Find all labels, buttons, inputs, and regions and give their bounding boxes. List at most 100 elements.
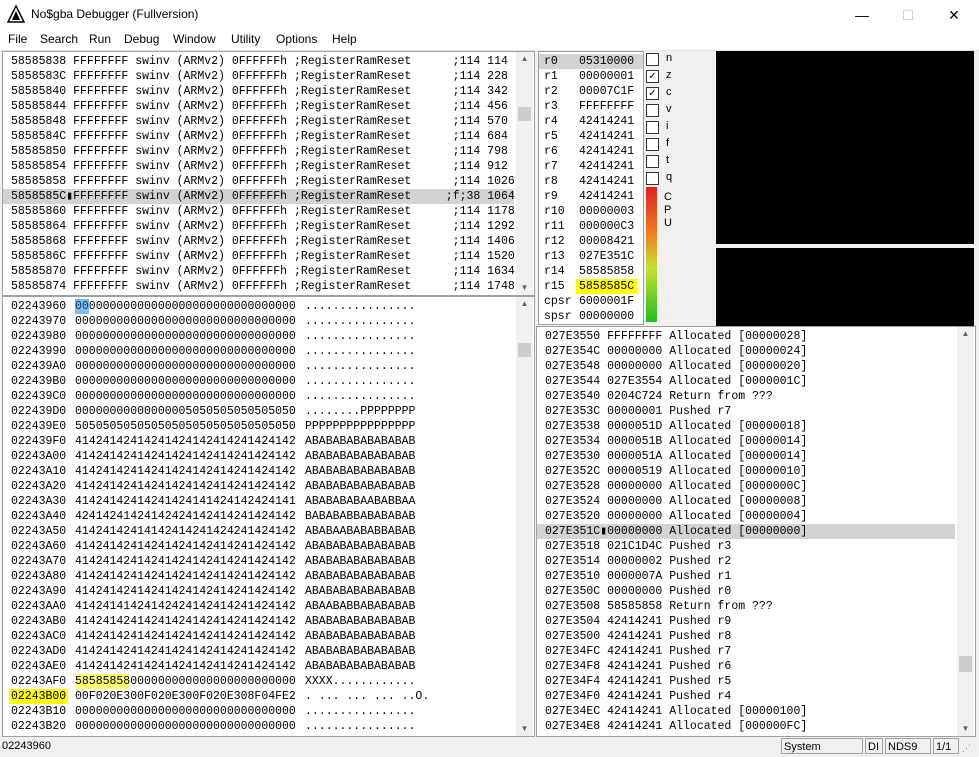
memory-hex[interactable]: 41424142414241424142414241424142 — [75, 434, 296, 449]
scrollbar-thumb[interactable] — [518, 107, 531, 121]
stack-entry[interactable]: 027E354C 00000000 Allocated [00000024] — [545, 344, 807, 359]
scroll-up-icon[interactable]: ▲ — [516, 297, 533, 311]
memory-ascii[interactable]: ABABABABABABABAB — [305, 644, 415, 659]
register-value-r14[interactable]: 58585858 — [579, 264, 634, 279]
disassembly-line[interactable]: 58585858 FFFFFFFF swinv (ARMv2) 0FFFFFFh… — [11, 174, 515, 189]
memory-hex[interactable]: 00F020E300F020E300F020E308F04FE2 — [75, 689, 296, 704]
disassembly-line[interactable]: 5858584C FFFFFFFF swinv (ARMv2) 0FFFFFFh… — [11, 129, 508, 144]
stack-entry[interactable]: 027E3544 027E3554 Allocated [0000001C] — [545, 374, 807, 389]
memory-ascii[interactable]: ABABABABABABABAB — [305, 569, 415, 584]
stack-entry[interactable]: 027E3550 FFFFFFFF Allocated [00000028] — [545, 329, 807, 344]
stack-entry[interactable]: 027E3508 58585858 Return from ??? — [545, 599, 773, 614]
disassembly-line[interactable]: 58585840 FFFFFFFF swinv (ARMv2) 0FFFFFFh… — [11, 84, 508, 99]
memory-hex[interactable]: 41424142414142414241424241424142 — [75, 524, 296, 539]
disassembly-line[interactable]: 58585838 FFFFFFFF swinv (ARMv2) 0FFFFFFh… — [11, 54, 508, 69]
memory-hex[interactable]: 41424142414241424142414241424142 — [75, 464, 296, 479]
register-value-r2[interactable]: 00007C1F — [579, 84, 634, 99]
memory-hex[interactable]: 41424142414241424142414241424142 — [75, 629, 296, 644]
scrollbar-thumb[interactable] — [518, 343, 531, 357]
register-value-r11[interactable]: 000000C3 — [579, 219, 634, 234]
disassembly-line[interactable]: 58585874 FFFFFFFF swinv (ARMv2) 0FFFFFFh… — [11, 279, 515, 294]
maximize-button[interactable]: ☐ — [885, 0, 931, 30]
stack-entry[interactable]: 027E3520 00000000 Allocated [00000004] — [545, 509, 807, 524]
memory-hex[interactable]: 00000000000000000000000000000000 — [75, 359, 296, 374]
resize-grip-icon[interactable]: ⋰ — [962, 743, 971, 754]
memory-ascii[interactable]: . ... ... ... ..O. — [305, 689, 429, 704]
flag-z-checkbox[interactable]: ✓ — [646, 70, 659, 83]
memory-hex[interactable]: 41424142414241424142414241424142 — [75, 584, 296, 599]
stack-entry[interactable]: 027E3534 0000051B Allocated [00000014] — [545, 434, 807, 449]
memory-ascii[interactable]: ................ — [305, 344, 415, 359]
menu-utility[interactable]: Utility — [231, 32, 260, 46]
stack-entry[interactable]: 027E352C 00000519 Allocated [00000010] — [545, 464, 807, 479]
stack-entry[interactable]: 027E3518 021C1D4C Pushed r3 — [545, 539, 731, 554]
memory-ascii[interactable]: ABABABABABABABAB — [305, 464, 415, 479]
memory-hex[interactable]: 41424142414241424141424142424141 — [75, 494, 296, 509]
memory-ascii[interactable]: ................ — [305, 299, 415, 314]
stack-entry[interactable]: 027E3548 00000000 Allocated [00000020] — [545, 359, 807, 374]
memory-ascii[interactable]: ................ — [305, 359, 415, 374]
memory-ascii[interactable]: ................ — [305, 389, 415, 404]
stack-entry[interactable]: 027E34FC 42414241 Pushed r7 — [545, 644, 731, 659]
stack-entry[interactable]: 027E3524 00000000 Allocated [00000008] — [545, 494, 807, 509]
stack-entry[interactable]: 027E3500 42414241 Pushed r8 — [545, 629, 731, 644]
memory-ascii[interactable]: ABABABABABABABAB — [305, 434, 415, 449]
disassembly-line[interactable]: 58585860 FFFFFFFF swinv (ARMv2) 0FFFFFFh… — [11, 204, 515, 219]
register-value-r0[interactable]: 05310000 — [579, 54, 634, 69]
stack-entry[interactable]: 027E3504 42414241 Pushed r9 — [545, 614, 731, 629]
register-value-r15[interactable]: 5858585C — [576, 279, 638, 294]
register-value-r10[interactable]: 00000003 — [579, 204, 634, 219]
memory-ascii[interactable]: ABABABABABABABAB — [305, 449, 415, 464]
register-value-r8[interactable]: 42414241 — [579, 174, 634, 189]
memory-ascii[interactable]: ................ — [305, 719, 415, 734]
register-value-r9[interactable]: 42414241 — [579, 189, 634, 204]
memory-ascii[interactable]: ................ — [305, 374, 415, 389]
memory-dump-pane[interactable]: 02243960 00000000000000000000000000000000… — [2, 296, 535, 737]
flag-i-checkbox[interactable] — [646, 121, 659, 134]
register-value-r1[interactable]: 00000001 — [579, 69, 634, 84]
memory-ascii[interactable]: ABABABABABABABAB — [305, 629, 415, 644]
stack-entry[interactable]: 027E3540 0204C724 Return from ??? — [545, 389, 773, 404]
memory-hex[interactable]: 41424142414241424142414241424142 — [75, 449, 296, 464]
memory-hex[interactable]: 00000000000000000000000000000000 — [75, 314, 296, 329]
memory-ascii[interactable]: ................ — [305, 704, 415, 719]
register-value-r12[interactable]: 00008421 — [579, 234, 634, 249]
disassembly-scrollbar[interactable]: ▲ ▼ — [516, 52, 533, 295]
stack-entry[interactable]: 027E3538 0000051D Allocated [00000018] — [545, 419, 807, 434]
memory-hex[interactable]: 00000000000000000000000000000000 — [75, 704, 296, 719]
memory-ascii[interactable]: ABAABABBABABABAB — [305, 599, 415, 614]
scroll-up-icon[interactable]: ▲ — [957, 327, 974, 341]
register-value-r7[interactable]: 42414241 — [579, 159, 634, 174]
disassembly-line[interactable]: 58585864 FFFFFFFF swinv (ARMv2) 0FFFFFFh… — [11, 219, 515, 234]
disassembly-line[interactable]: 58585854 FFFFFFFF swinv (ARMv2) 0FFFFFFh… — [11, 159, 508, 174]
memory-ascii[interactable]: ................ — [305, 314, 415, 329]
stack-pane[interactable]: 027E3550 FFFFFFFF Allocated [00000028] 02… — [536, 326, 976, 737]
memory-ascii[interactable]: BABABABBABABABAB — [305, 509, 415, 524]
disassembly-line[interactable]: 5858585C▮FFFFFFFF swinv (ARMv2) 0FFFFFFh… — [3, 189, 515, 204]
menu-options[interactable]: Options — [276, 32, 317, 46]
menu-debug[interactable]: Debug — [124, 32, 159, 46]
memory-hex[interactable]: 00000000000000000000000000000000 — [75, 719, 296, 734]
stack-entry[interactable]: 027E353C 00000001 Pushed r7 — [545, 404, 731, 419]
disassembly-line[interactable]: 58585868 FFFFFFFF swinv (ARMv2) 0FFFFFFh… — [11, 234, 515, 249]
memory-hex[interactable]: 41424141424142424142414241424142 — [75, 599, 296, 614]
memory-hex[interactable]: 42414241424142424142414241424142 — [75, 509, 296, 524]
memory-hex[interactable]: 00000000000000000000000000000000 — [75, 299, 296, 314]
flag-v-checkbox[interactable] — [646, 104, 659, 117]
stack-entry[interactable]: 027E351C▮00000000 Allocated [00000000] — [537, 524, 955, 539]
register-value-r6[interactable]: 42414241 — [579, 144, 634, 159]
memory-hex[interactable]: 00000000000000000000000000000000 — [75, 389, 296, 404]
register-value-r5[interactable]: 42414241 — [579, 129, 634, 144]
stack-scrollbar[interactable]: ▲ ▼ — [957, 327, 974, 736]
memory-ascii[interactable]: ABABABABABABABAB — [305, 479, 415, 494]
memory-ascii[interactable]: ABABABABAABABBAA — [305, 494, 415, 509]
memory-ascii[interactable]: XXXX............ — [305, 674, 415, 689]
stack-entry[interactable]: 027E34F4 42414241 Pushed r5 — [545, 674, 731, 689]
disassembly-line[interactable]: 58585848 FFFFFFFF swinv (ARMv2) 0FFFFFFh… — [11, 114, 508, 129]
stack-entry[interactable]: 027E3528 00000000 Allocated [0000000C] — [545, 479, 807, 494]
memory-hex[interactable]: 41424142414241424142414241424142 — [75, 539, 296, 554]
stack-entry[interactable]: 027E350C 00000000 Pushed r0 — [545, 584, 731, 599]
memory-hex[interactable]: 41424142414241424142414241424142 — [75, 659, 296, 674]
memory-ascii[interactable]: ABABABABABABABAB — [305, 584, 415, 599]
disassembly-line[interactable]: 58585850 FFFFFFFF swinv (ARMv2) 0FFFFFFh… — [11, 144, 508, 159]
